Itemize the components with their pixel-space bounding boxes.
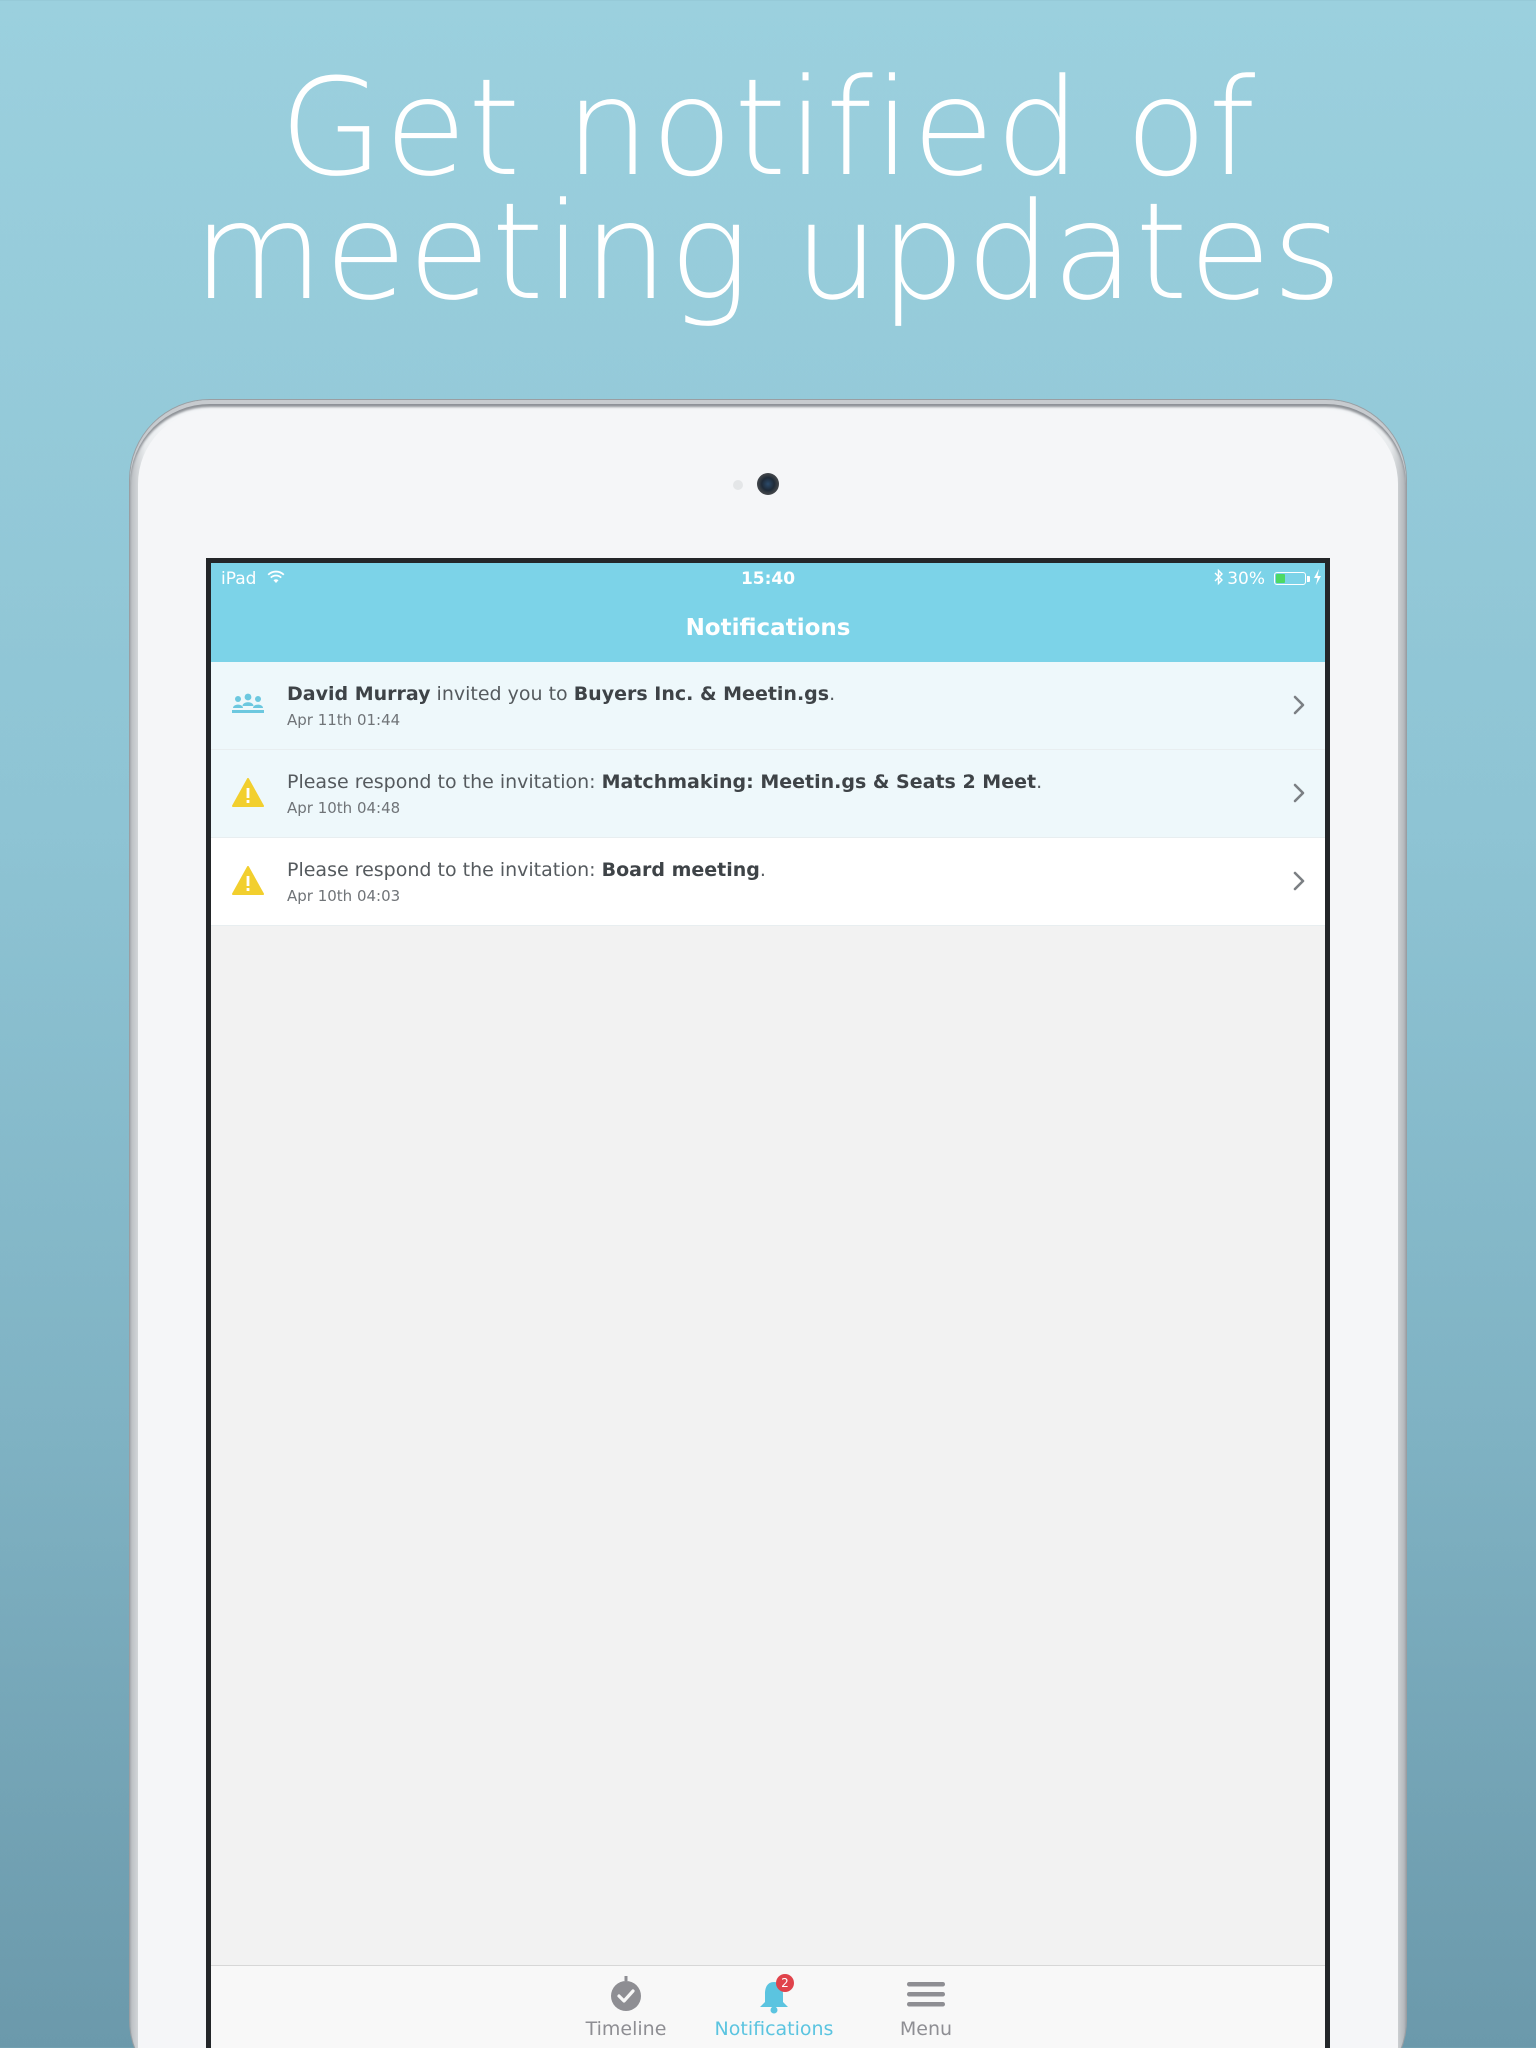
notification-list: David Murray invited you to Buyers Inc. … bbox=[211, 662, 1325, 926]
device-screen: iPad 15:40 30% Notifications David Murra… bbox=[206, 558, 1330, 2048]
warning-icon bbox=[232, 866, 264, 896]
notification-meeting: Buyers Inc. & Meetin.gs bbox=[573, 683, 830, 705]
notification-meeting: Matchmaking: Meetin.gs & Seats 2 Meet bbox=[601, 771, 1037, 793]
bell-icon: 2 bbox=[704, 1974, 844, 2014]
headline: Get notified of meeting updates bbox=[0, 50, 1536, 330]
chevron-right-icon bbox=[1293, 783, 1305, 803]
warning-icon bbox=[232, 778, 264, 808]
chevron-right-icon bbox=[1293, 695, 1305, 715]
timeline-icon bbox=[556, 1976, 696, 2014]
tab-bar: Timeline 2 Notifications Menu bbox=[211, 1965, 1325, 2048]
notification-text: Please respond to the invitation: Board … bbox=[287, 859, 766, 881]
tab-timeline-label: Timeline bbox=[585, 2018, 667, 2040]
tab-notifications[interactable]: 2 Notifications bbox=[704, 1974, 844, 2040]
notification-actor: David Murray bbox=[287, 683, 431, 705]
notification-date: Apr 10th 04:03 bbox=[287, 887, 401, 905]
status-time: 15:40 bbox=[740, 569, 796, 589]
people-icon bbox=[232, 690, 264, 720]
headline-line-2: meeting updates bbox=[192, 174, 1344, 330]
battery-icon bbox=[1274, 572, 1306, 585]
tab-menu[interactable]: Menu bbox=[856, 1976, 996, 2040]
headline-line-1: Get notified of bbox=[279, 50, 1257, 206]
tab-notifications-label: Notifications bbox=[714, 2018, 834, 2040]
notification-row[interactable]: Please respond to the invitation: Board … bbox=[211, 838, 1325, 926]
tab-menu-label: Menu bbox=[899, 2018, 953, 2040]
menu-icon bbox=[856, 1976, 996, 2014]
battery-tip bbox=[1307, 576, 1310, 582]
notification-date: Apr 11th 01:44 bbox=[287, 711, 401, 729]
light-sensor bbox=[733, 480, 743, 490]
front-camera bbox=[757, 473, 779, 495]
notification-meeting: Board meeting bbox=[601, 859, 760, 881]
navigation-bar: iPad 15:40 30% Notifications bbox=[211, 563, 1325, 662]
tab-timeline[interactable]: Timeline bbox=[556, 1976, 696, 2040]
chevron-right-icon bbox=[1293, 871, 1305, 891]
charging-bolt-icon bbox=[1314, 569, 1321, 585]
notification-row[interactable]: Please respond to the invitation: Matchm… bbox=[211, 750, 1325, 838]
notification-date: Apr 10th 04:48 bbox=[287, 799, 401, 817]
page-title: Notifications bbox=[685, 615, 851, 641]
notifications-badge: 2 bbox=[776, 1974, 794, 1992]
app-screen: iPad 15:40 30% Notifications David Murra… bbox=[211, 563, 1325, 2048]
bluetooth-icon bbox=[1214, 568, 1223, 586]
status-bar: iPad 15:40 30% bbox=[211, 563, 1325, 593]
notification-text: David Murray invited you to Buyers Inc. … bbox=[287, 683, 836, 705]
notification-row[interactable]: David Murray invited you to Buyers Inc. … bbox=[211, 662, 1325, 750]
notification-text: Please respond to the invitation: Matchm… bbox=[287, 771, 1043, 793]
battery-percentage: 30% bbox=[1227, 569, 1265, 589]
